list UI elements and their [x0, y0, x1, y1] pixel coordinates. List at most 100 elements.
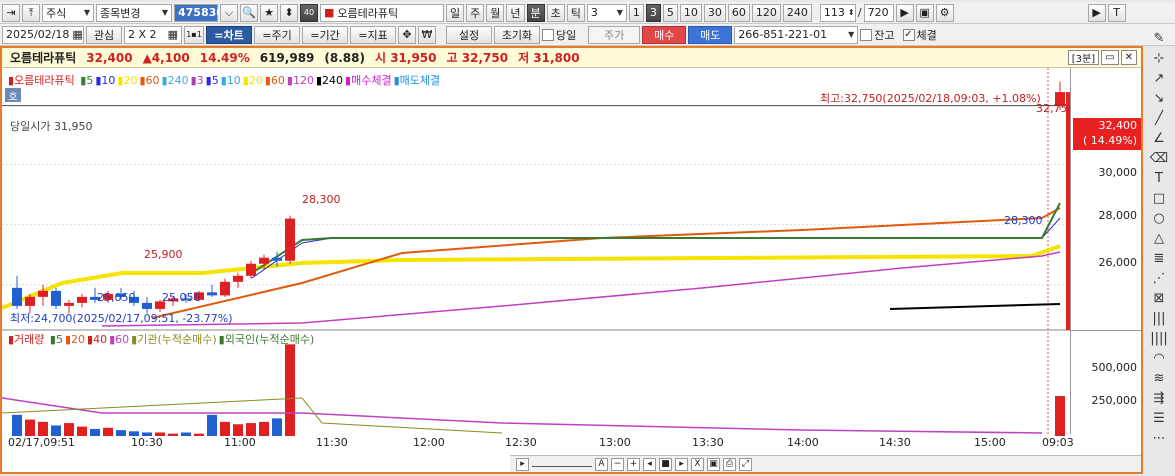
period-month[interactable]: 월: [486, 3, 505, 22]
tab-period[interactable]: =주기: [254, 25, 300, 44]
market-select[interactable]: 주식 ▼: [42, 3, 94, 22]
volume-bar: [168, 433, 178, 436]
balance-checkbox[interactable]: 잔고: [860, 27, 895, 43]
volume-ma-60: [2, 397, 1043, 434]
tab-range[interactable]: =기간: [302, 25, 348, 44]
toolbar-top: ⇥ ⤒ 주식 ▼ 종목변경 ▼ 475830 ⌵ 🔍 ★ ⬍ 40 ■ 오름테라퓨틱 …: [0, 2, 1175, 24]
ray-icon[interactable]: ↗: [1148, 68, 1170, 88]
code-input[interactable]: 475830: [174, 3, 224, 22]
interval-1[interactable]: 1: [628, 3, 644, 22]
today-checkbox[interactable]: 당일: [542, 27, 576, 43]
code-dropdown-button[interactable]: ⌵: [220, 3, 238, 22]
stop-icon[interactable]: ■: [659, 457, 672, 471]
won-icon[interactable]: ₩: [418, 25, 436, 44]
arrow-line-icon[interactable]: ↘: [1148, 88, 1170, 108]
cycle-icon[interactable]: |||: [1148, 308, 1170, 328]
stock-name-field[interactable]: ■ 오름테라퓨틱: [320, 3, 444, 22]
scroll-right-icon[interactable]: ▸: [516, 457, 529, 471]
updown-icon[interactable]: ⬍: [280, 3, 298, 22]
reset-button[interactable]: 초기화: [494, 25, 540, 44]
candle-body: [38, 290, 48, 297]
crosshair-icon[interactable]: ⊹: [1148, 48, 1170, 68]
period-second[interactable]: 초: [546, 3, 565, 22]
watch-button[interactable]: 관심: [86, 25, 122, 44]
filled-checkbox[interactable]: ✓ 체결: [902, 27, 937, 43]
volume-bar: [285, 344, 295, 436]
period-minute[interactable]: 분: [526, 3, 545, 22]
pin-icon[interactable]: ⇥: [2, 3, 20, 22]
period-tick[interactable]: 틱: [566, 3, 585, 22]
line-icon[interactable]: ╱: [1148, 108, 1170, 128]
peak-label: 28,300: [302, 193, 341, 206]
star-icon[interactable]: ★: [260, 3, 278, 22]
interval-60[interactable]: 60: [727, 3, 750, 22]
speed-line-icon[interactable]: ≋: [1148, 368, 1170, 388]
date-input[interactable]: 2025/02/18 ▦: [2, 25, 84, 44]
fan-icon[interactable]: ⋰: [1148, 268, 1170, 288]
play-icon[interactable]: ▶: [895, 3, 914, 22]
period-day[interactable]: 일: [446, 3, 465, 22]
forward-icon[interactable]: ▸: [675, 457, 688, 471]
interval-3[interactable]: 3: [645, 3, 661, 22]
search-icon[interactable]: 🔍: [240, 3, 258, 22]
text-icon[interactable]: T: [1107, 3, 1126, 22]
buy-button[interactable]: 매수: [642, 25, 687, 44]
save-icon[interactable]: ▣: [915, 3, 934, 22]
more-icon[interactable]: ⋯: [1148, 428, 1170, 448]
rectangle-icon[interactable]: □: [1148, 188, 1170, 208]
total-count: 720: [863, 3, 894, 22]
single-view-button[interactable]: 1▪1: [184, 25, 204, 44]
list-icon[interactable]: ☰: [1148, 408, 1170, 428]
interval-240[interactable]: 240: [782, 3, 812, 22]
tab-indicator[interactable]: =지표: [350, 25, 396, 44]
gear-icon[interactable]: ⚙: [935, 3, 954, 22]
gann-icon[interactable]: ⊠: [1148, 288, 1170, 308]
period-year[interactable]: 년: [506, 3, 525, 22]
count-input[interactable]: 113 ⬍: [819, 3, 856, 22]
layout-select[interactable]: 2 X 2 ▦: [124, 25, 182, 44]
price-add-button[interactable]: 주가: [588, 25, 641, 44]
account-select[interactable]: 266-851-221-01 ▼: [734, 25, 859, 44]
angle-icon[interactable]: ∠: [1148, 128, 1170, 148]
triangle-icon[interactable]: △: [1148, 228, 1170, 248]
settings-button[interactable]: 설정: [446, 25, 492, 44]
tab-chart[interactable]: =차트: [206, 25, 252, 44]
info-icon[interactable]: 40: [300, 3, 318, 22]
scroll-bar[interactable]: ▸ A − + ◂ ■ ▸ X ▣ ⎙ ⤢: [510, 455, 1141, 472]
plus-icon[interactable]: +: [627, 457, 640, 471]
text-tool-icon[interactable]: T: [1148, 168, 1170, 188]
price-chart[interactable]: [2, 68, 1070, 454]
minimize-icon[interactable]: ▭: [1101, 50, 1119, 65]
high-value: 32,750: [461, 51, 509, 65]
tick-select[interactable]: 3 ▼: [586, 3, 627, 22]
save-icon[interactable]: ▣: [707, 457, 720, 471]
interval-30[interactable]: 30: [703, 3, 726, 22]
interval-5[interactable]: 5: [662, 3, 678, 22]
fibonacci-icon[interactable]: ≣: [1148, 248, 1170, 268]
print-icon[interactable]: ⎙: [723, 457, 736, 471]
eraser-icon[interactable]: ⌫: [1148, 148, 1170, 168]
time-zone-icon[interactable]: ||||: [1148, 328, 1170, 348]
period-week[interactable]: 주: [466, 3, 485, 22]
regression-icon[interactable]: ⇶: [1148, 388, 1170, 408]
next-icon[interactable]: ▶: [1087, 3, 1106, 22]
excel-icon[interactable]: X: [691, 457, 704, 471]
expand-icon[interactable]: ⤢: [739, 457, 752, 471]
text-a-icon[interactable]: A: [595, 457, 608, 471]
zoom-slider[interactable]: [532, 461, 592, 467]
close-icon[interactable]: ✕: [1120, 50, 1137, 65]
pen-icon[interactable]: ✎: [1148, 28, 1170, 48]
candle-body: [220, 281, 230, 296]
sell-button[interactable]: 매도: [688, 25, 733, 44]
interval-10[interactable]: 10: [679, 3, 702, 22]
circle-icon[interactable]: ○: [1148, 208, 1170, 228]
low-value: 31,800: [533, 51, 580, 65]
interval-120[interactable]: 120: [751, 3, 781, 22]
trough-label-1: 25,900: [144, 248, 183, 261]
stock-change-select[interactable]: 종목변경 ▼: [96, 3, 172, 22]
arc-icon[interactable]: ◠: [1148, 348, 1170, 368]
upload-icon[interactable]: ⤒: [22, 3, 40, 22]
minus-icon[interactable]: −: [611, 457, 624, 471]
rewind-icon[interactable]: ◂: [643, 457, 656, 471]
crosshair-icon[interactable]: ✥: [398, 25, 416, 44]
